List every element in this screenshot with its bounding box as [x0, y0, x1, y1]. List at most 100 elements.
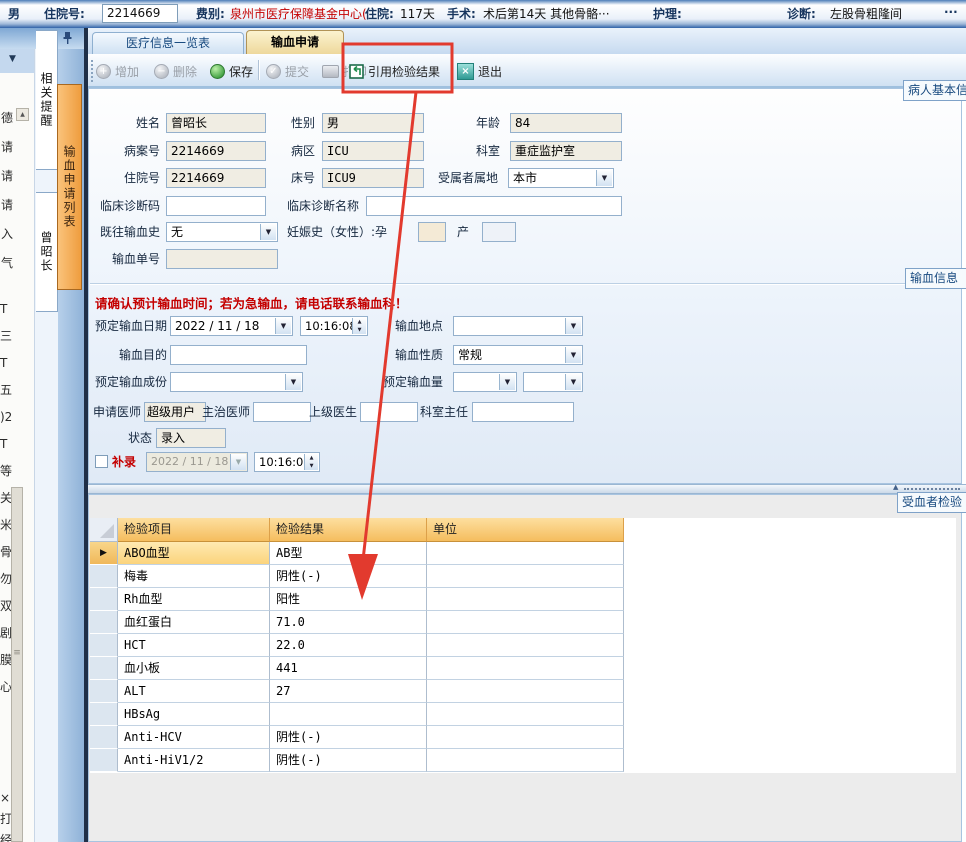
collapse-arrow-icon[interactable]: ▼	[9, 54, 16, 64]
table-cell[interactable]: 阴性(-)	[270, 726, 427, 749]
table-cell[interactable]: 71.0	[270, 611, 427, 634]
save-button[interactable]: 保存	[210, 61, 253, 81]
table-row[interactable]: Anti-HiV1/2	[118, 749, 270, 772]
chevron-down-icon[interactable]: ▼	[565, 318, 581, 334]
submit-button[interactable]: ✓ 提交	[266, 61, 309, 81]
sidebar-tab-reminders[interactable]: 相关提醒	[36, 30, 58, 170]
name-field[interactable]: 曾昭长	[166, 113, 266, 133]
cite-lab-results-button[interactable]: 引用检验结果	[349, 61, 440, 81]
row-marker[interactable]	[90, 611, 118, 634]
table-cell[interactable]: 阴性(-)	[270, 749, 427, 772]
scheduled-date-picker[interactable]: 2022 / 11 / 18 ▼	[170, 316, 293, 336]
col-header-test-result[interactable]: 检验结果	[270, 518, 427, 542]
table-cell[interactable]	[427, 657, 624, 680]
volume-combo[interactable]: ▼	[453, 372, 517, 392]
sidebar-tab-patient-name[interactable]: 曾昭长	[36, 192, 58, 312]
births-count-field[interactable]	[482, 222, 516, 242]
scrollbar-grip[interactable]: ≡	[13, 648, 21, 658]
row-marker[interactable]	[90, 565, 118, 588]
panel-splitter[interactable]	[88, 484, 966, 494]
row-marker-current[interactable]: ▶	[90, 542, 118, 565]
place-combo[interactable]: ▼	[453, 316, 583, 336]
table-row[interactable]: Anti-HCV	[118, 726, 270, 749]
chevron-down-icon[interactable]: ▼	[565, 347, 581, 363]
row-marker[interactable]	[90, 749, 118, 772]
side-tab-basic-info[interactable]: 病人基本信息	[903, 80, 966, 101]
table-cell[interactable]	[427, 565, 624, 588]
row-marker[interactable]	[90, 680, 118, 703]
table-cell[interactable]: AB型	[270, 542, 427, 565]
transfusion-history-combo[interactable]: 无 ▼	[166, 222, 278, 242]
row-marker[interactable]	[90, 703, 118, 726]
side-tab-transfusion-info[interactable]: 输血信息	[905, 268, 966, 289]
table-cell[interactable]: 阴性(-)	[270, 565, 427, 588]
delete-button[interactable]: − 删除	[154, 61, 197, 81]
row-marker[interactable]	[90, 657, 118, 680]
component-combo[interactable]: ▼	[170, 372, 303, 392]
scroll-up-button[interactable]: ▲	[16, 108, 29, 121]
nature-combo[interactable]: 常规 ▼	[453, 345, 583, 365]
pin-icon[interactable]	[62, 31, 73, 45]
case-no-field[interactable]: 2214669	[166, 141, 266, 161]
exit-button[interactable]: × 退出	[457, 61, 502, 81]
table-cell[interactable]: 27	[270, 680, 427, 703]
admission-no-field[interactable]: 2214669	[166, 168, 266, 188]
add-button[interactable]: + 增加	[96, 61, 139, 81]
table-row[interactable]: Rh血型	[118, 588, 270, 611]
makeup-checkbox[interactable]	[95, 455, 108, 468]
chevron-down-icon[interactable]: ▼	[285, 374, 301, 390]
makeup-date-picker[interactable]: 2022 / 11 / 18 ▼	[146, 452, 248, 472]
table-cell[interactable]: 22.0	[270, 634, 427, 657]
recipient-locale-combo[interactable]: 本市 ▼	[508, 168, 614, 188]
col-header-test-item[interactable]: 检验项目	[118, 518, 270, 542]
banner-more-button[interactable]: ···	[944, 4, 958, 20]
director-field[interactable]	[472, 402, 574, 422]
table-cell[interactable]	[427, 680, 624, 703]
volume-unit-combo[interactable]: ▼	[523, 372, 583, 392]
table-cell[interactable]	[427, 749, 624, 772]
row-marker[interactable]	[90, 588, 118, 611]
diag-name-field[interactable]	[366, 196, 622, 216]
table-cell[interactable]	[270, 703, 427, 726]
table-cell[interactable]	[427, 726, 624, 749]
table-cell[interactable]	[427, 703, 624, 726]
tab-medical-info[interactable]: 医疗信息一览表	[92, 32, 244, 54]
table-row[interactable]: 梅毒	[118, 565, 270, 588]
sex-field[interactable]: 男	[322, 113, 424, 133]
grid-corner-cell[interactable]	[90, 518, 118, 542]
order-no-field[interactable]	[166, 249, 278, 269]
spinner-arrows-icon[interactable]: ▲ ▼	[304, 454, 318, 470]
col-header-unit[interactable]: 单位	[427, 518, 624, 542]
purpose-field[interactable]	[170, 345, 307, 365]
row-marker[interactable]	[90, 634, 118, 657]
table-row[interactable]: ABO血型	[118, 542, 270, 565]
age-field[interactable]: 84	[510, 113, 622, 133]
table-cell[interactable]	[427, 588, 624, 611]
row-marker[interactable]	[90, 726, 118, 749]
table-cell[interactable]: 441	[270, 657, 427, 680]
chevron-down-icon[interactable]: ▼	[499, 374, 515, 390]
spinner-arrows-icon[interactable]: ▲ ▼	[352, 318, 366, 334]
status-field[interactable]: 录入	[156, 428, 226, 448]
bed-no-field[interactable]: ICU9	[322, 168, 424, 188]
tab-transfusion-request[interactable]: 输血申请	[246, 30, 344, 54]
splitter-collapse-icon[interactable]: ▲	[893, 483, 898, 491]
diag-code-field[interactable]	[166, 196, 266, 216]
chevron-down-icon[interactable]: ▼	[275, 318, 291, 334]
side-tab-recipient-lab[interactable]: 受血者检验	[897, 492, 966, 513]
table-cell[interactable]	[427, 634, 624, 657]
scheduled-time-spinner[interactable]: 10:16:08 ▲ ▼	[300, 316, 368, 336]
ward-field[interactable]: ICU	[322, 141, 424, 161]
table-row[interactable]: ALT	[118, 680, 270, 703]
table-cell[interactable]	[427, 611, 624, 634]
table-row[interactable]: HCT	[118, 634, 270, 657]
background-scrollbar[interactable]: ≡	[11, 487, 23, 842]
splitter-handle-dots[interactable]	[904, 488, 960, 490]
table-row[interactable]: 血红蛋白	[118, 611, 270, 634]
dept-field[interactable]: 重症监护室	[510, 141, 622, 161]
chevron-down-icon[interactable]: ▼	[260, 224, 276, 240]
chevron-down-icon[interactable]: ▼	[565, 374, 581, 390]
table-cell[interactable]	[427, 542, 624, 565]
table-row[interactable]: HBsAg	[118, 703, 270, 726]
chevron-down-icon[interactable]: ▼	[596, 170, 612, 186]
